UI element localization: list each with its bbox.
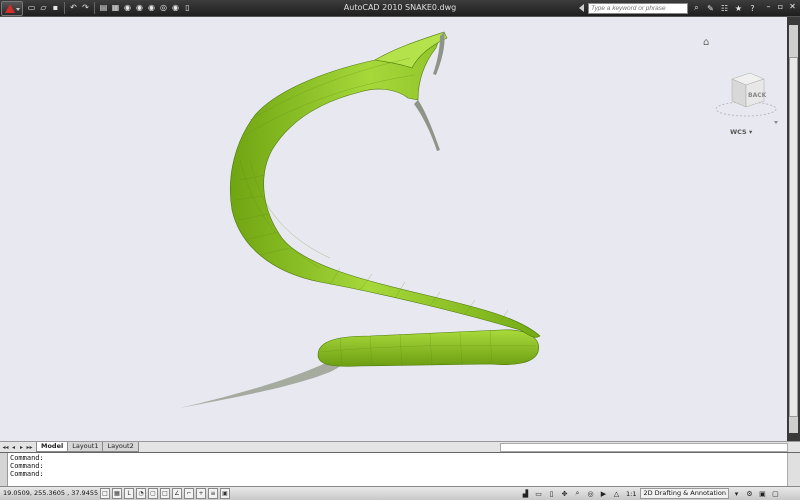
drafting-toggles: □ ▦ L ◔ ▢ □ ∠ ⌐ + ≡ ▣: [100, 488, 230, 499]
quick-properties-toggle[interactable]: ▣: [220, 488, 230, 499]
status-bar: 19.0509, 255.3605 , 37.9455 □ ▦ L ◔ ▢ □ ∠ ⌐ + ≡ ▣ …: [0, 486, 800, 500]
new-icon[interactable]: ▭: [26, 2, 37, 14]
tools-icon[interactable]: ✎: [705, 2, 716, 14]
snake-lower-coil: [317, 329, 540, 367]
chevron-down-icon: [16, 8, 20, 11]
layout-tabs-bar: ◂◂ ◂ ▸ ▸▸ Model Layout1 Layout2: [0, 441, 800, 452]
ucs-menu[interactable]: WCS ▾: [730, 128, 752, 136]
tab-nav-arrow-3[interactable]: ▸: [18, 443, 25, 451]
chevron-down-icon[interactable]: ▾: [731, 488, 742, 499]
tool-icon-4[interactable]: ◎: [158, 2, 169, 14]
vertical-scrollbar[interactable]: [787, 17, 800, 441]
steering-wheel-icon[interactable]: ◎: [585, 488, 596, 499]
application-menu-button[interactable]: [1, 1, 23, 16]
tab-nav-arrow-2[interactable]: ◂: [10, 443, 17, 451]
command-line-window[interactable]: Command:Command:Command: Command:: [0, 452, 800, 494]
command-line: Command:: [10, 454, 44, 462]
grid-display-toggle[interactable]: ▦: [112, 488, 122, 499]
viewcube[interactable]: BACK: [712, 57, 780, 127]
command-line: [10, 478, 44, 486]
open-icon[interactable]: ▱: [38, 2, 49, 14]
snake-lower-fang: [414, 100, 440, 151]
toolbar-separator: [64, 2, 65, 14]
search-input[interactable]: [588, 3, 688, 14]
dynamic-ucs-toggle[interactable]: ⌐: [184, 488, 194, 499]
restore-button[interactable]: ▫: [775, 1, 786, 12]
tab-layout1[interactable]: Layout1: [67, 442, 104, 452]
showmotion-icon[interactable]: ▶: [598, 488, 609, 499]
tab-navigation: ◂◂ ◂ ▸ ▸▸: [2, 443, 33, 451]
redo-icon[interactable]: ↷: [80, 2, 91, 14]
status-tools: ▟ ▭ ▯ ✥ ⌕ ◎ ▶ △ 1:1 2D Drafting & Annotation ▾ ⚙ ▣ ▢: [520, 488, 781, 499]
tab-layout2[interactable]: Layout2: [102, 442, 139, 452]
close-button[interactable]: ✕: [787, 1, 798, 12]
save-icon[interactable]: ▪: [50, 2, 61, 14]
home-icon[interactable]: ⌂: [703, 37, 715, 49]
toolbar-separator: [94, 2, 95, 14]
3d-osnap-toggle[interactable]: □: [160, 488, 170, 499]
layout-tab-list: Model Layout1 Layout2: [36, 442, 139, 452]
favorites-icon[interactable]: ★: [733, 2, 744, 14]
command-line-grip[interactable]: [0, 453, 8, 487]
minimize-button[interactable]: –: [763, 1, 774, 12]
quick-view-layouts-icon[interactable]: ▭: [533, 488, 544, 499]
quick-view-drawings-icon[interactable]: ▯: [546, 488, 557, 499]
tool-icon-3[interactable]: ◉: [146, 2, 157, 14]
snake-body: [229, 35, 541, 338]
model-space-icon[interactable]: ▟: [520, 488, 531, 499]
command-scrollbar[interactable]: [787, 453, 800, 487]
viewcube-face-label: BACK: [748, 92, 767, 99]
tool-icon-2[interactable]: ◉: [134, 2, 145, 14]
lineweight-toggle[interactable]: ≡: [208, 488, 218, 499]
annotation-scale[interactable]: 1:1: [624, 490, 638, 498]
tool-icon-6[interactable]: ▯: [182, 2, 193, 14]
scroll-thumb[interactable]: [789, 57, 798, 417]
window-controls: – ▫ ✕: [763, 1, 798, 12]
annotation-scale-icon[interactable]: △: [611, 488, 622, 499]
clean-screen-icon[interactable]: ▢: [770, 488, 781, 499]
tool-icon-5[interactable]: ◉: [170, 2, 181, 14]
title-bar: ▭▱▪↶↷▤▦◉◉◉◎◉▯ AutoCAD 2010 SNAKE0.dwg ⌕✎…: [0, 0, 800, 17]
autocad-logo-icon: [5, 4, 15, 13]
drawing-area[interactable]: ⌂ BACK WCS ▾: [0, 17, 787, 441]
zoom-icon[interactable]: ⌕: [572, 488, 583, 499]
workspace-switch[interactable]: 2D Drafting & Annotation: [640, 488, 729, 499]
search-icon[interactable]: ⌕: [691, 2, 702, 14]
tab-nav-arrow-4[interactable]: ▸▸: [26, 443, 33, 451]
snap-mode-toggle[interactable]: □: [100, 488, 110, 499]
dynamic-input-toggle[interactable]: +: [196, 488, 206, 499]
publish-icon[interactable]: ▦: [110, 2, 121, 14]
tab-nav-arrow-1[interactable]: ◂◂: [2, 443, 9, 451]
horizontal-scrollbar[interactable]: [500, 443, 788, 452]
help-icon[interactable]: ?: [747, 2, 758, 14]
object-snap-toggle[interactable]: ▢: [148, 488, 158, 499]
search-expand-icon[interactable]: [579, 4, 584, 12]
pan-icon[interactable]: ✥: [559, 488, 570, 499]
tab-model[interactable]: Model: [36, 442, 69, 452]
command-line: Command:: [10, 462, 44, 470]
polar-tracking-toggle[interactable]: ◔: [136, 488, 146, 499]
infocenter-tools: ⌕ ✎ ☷ ★?: [691, 2, 758, 14]
wcs-label: WCS: [730, 128, 747, 136]
comm-center-icon[interactable]: ☷: [719, 2, 730, 14]
ortho-mode-toggle[interactable]: L: [124, 488, 134, 499]
coordinate-display[interactable]: 19.0509, 255.3605 , 37.9455: [3, 489, 98, 497]
command-line: Command:: [10, 470, 44, 478]
lock-icon[interactable]: ▣: [757, 488, 768, 499]
plot-icon[interactable]: ▤: [98, 2, 109, 14]
undo-icon[interactable]: ↶: [68, 2, 79, 14]
workspace-icon[interactable]: ⚙: [744, 488, 755, 499]
quick-access-toolbar: ▭ ▱ ▪ ↶ ↷ ▤ ▦ ◉ ◉ ◉ ◎ ◉ ▯: [26, 2, 193, 15]
tool-icon-1[interactable]: ◉: [122, 2, 133, 14]
object-snap-tracking-toggle[interactable]: ∠: [172, 488, 182, 499]
snake-3d-model: [180, 31, 541, 408]
